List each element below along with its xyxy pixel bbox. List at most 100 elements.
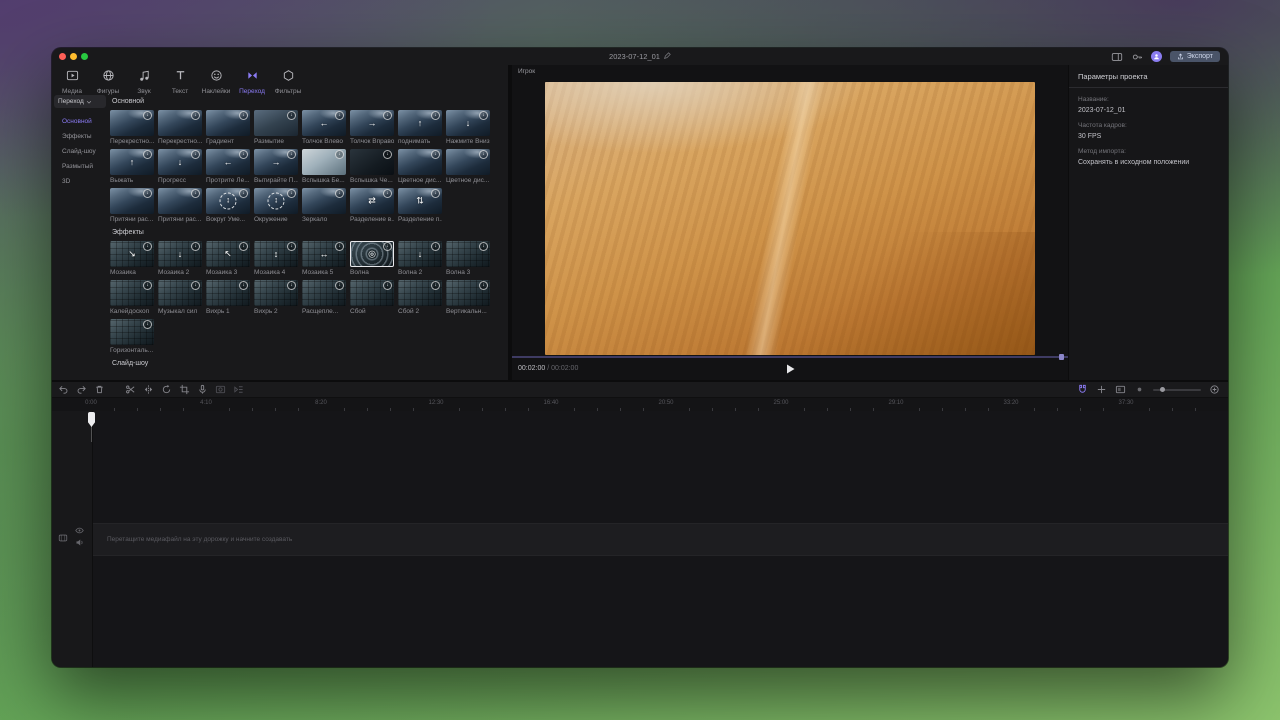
transition-item[interactable]: →↓Толчок Вправо <box>350 110 394 145</box>
current-time: 00:02:00 <box>518 365 545 372</box>
direction-arrow-icon: ↕ <box>268 193 285 210</box>
sidebar-item-Слайд-шоу[interactable]: Слайд-шоу <box>52 144 108 159</box>
effect-item[interactable]: ↓Расщепле... <box>302 280 346 315</box>
item-label: Расщепле... <box>302 308 346 315</box>
effect-item[interactable]: ↓↓Волна 2 <box>398 241 442 276</box>
user-avatar[interactable] <box>1151 51 1162 62</box>
transition-item[interactable]: ←↓Протрите Ле... <box>206 149 250 184</box>
player-panel: Игрок 00:02:00 / 00:02:00 <box>512 65 1068 380</box>
download-icon: ↓ <box>191 281 200 290</box>
download-icon: ↓ <box>143 111 152 120</box>
transition-item[interactable]: ↑↓Выжать <box>110 149 154 184</box>
edit-title-icon[interactable] <box>663 52 671 60</box>
item-label: Волна <box>350 269 394 276</box>
magnet-icon[interactable] <box>1077 384 1088 395</box>
sidebar-item-Основной[interactable]: Основной <box>52 114 108 129</box>
transition-item[interactable]: ↓Притяни рас... <box>110 188 154 223</box>
main-track[interactable]: Перетащите медиафайл на эту дорожку и на… <box>93 523 1228 556</box>
transition-item[interactable]: ↓Цветное дис... <box>446 149 490 184</box>
item-label: Вспышка Бе... <box>302 177 346 184</box>
effect-item[interactable]: ↓Вихрь 2 <box>254 280 298 315</box>
video-preview[interactable] <box>545 82 1035 355</box>
text-icon <box>174 69 187 87</box>
effect-item[interactable]: ↓Вихрь 1 <box>206 280 250 315</box>
transition-item[interactable]: ⇅↓Разделение п... <box>398 188 442 223</box>
playhead-line <box>91 426 92 442</box>
transition-item[interactable]: ↓Вспышка Че... <box>350 149 394 184</box>
download-icon: ↓ <box>335 242 344 251</box>
mask-icon[interactable] <box>215 384 226 395</box>
transition-item[interactable]: ↓Перекрестно... <box>110 110 154 145</box>
effect-item[interactable]: ↓Музыкал сил <box>158 280 202 315</box>
effect-item[interactable]: ↓Волна 3 <box>446 241 490 276</box>
effect-item[interactable]: ↔↓Мозаика 5 <box>302 241 346 276</box>
layout-panels-icon[interactable] <box>1111 51 1123 63</box>
sidebar-item-Эффекты[interactable]: Эффекты <box>52 129 108 144</box>
export-button[interactable]: Экспорт <box>1170 51 1220 62</box>
transition-item[interactable]: ↕↓Окружение <box>254 188 298 223</box>
download-icon: ↓ <box>143 320 152 329</box>
play-button[interactable] <box>784 363 796 375</box>
key-icon[interactable] <box>1131 51 1143 63</box>
mirror-icon[interactable] <box>143 384 154 395</box>
seek-bar[interactable] <box>512 356 1068 358</box>
transition-item[interactable]: ↓Притяни рас... <box>158 188 202 223</box>
effect-item[interactable]: ↓Сбой 2 <box>398 280 442 315</box>
ruler-label: 12:30 <box>428 400 443 406</box>
media-icon <box>66 69 79 87</box>
timeline-zoom-slider[interactable] <box>1153 389 1201 391</box>
transition-item[interactable]: ←↓Толчок Влево <box>302 110 346 145</box>
sidebar-item-3D[interactable]: 3D <box>52 174 108 189</box>
record-voice-icon[interactable] <box>197 384 208 395</box>
effect-item[interactable]: ↕↓Мозаика 4 <box>254 241 298 276</box>
effect-item[interactable]: ↓Сбой <box>350 280 394 315</box>
toggle-visibility-icon[interactable] <box>75 526 84 535</box>
effect-item[interactable]: ↓Вертикальн... <box>446 280 490 315</box>
zoom-in-icon[interactable] <box>1209 384 1220 395</box>
sidebar-header[interactable]: Переход <box>54 95 106 108</box>
effect-item[interactable]: ↓Горизонталь... <box>110 319 154 354</box>
transition-item[interactable]: ↓Цветное дис... <box>398 149 442 184</box>
zoom-slider-knob[interactable] <box>1160 387 1165 392</box>
auto-attach-icon[interactable] <box>1096 384 1107 395</box>
transition-item[interactable]: ↓Градиент <box>206 110 250 145</box>
split-icon[interactable] <box>125 384 136 395</box>
transition-item[interactable]: ↓Размытие <box>254 110 298 145</box>
effect-item[interactable]: ◎↓Волна <box>350 241 394 276</box>
extract-audio-icon[interactable] <box>233 384 244 395</box>
transition-item[interactable]: ↓↓Нажмите Вниз <box>446 110 490 145</box>
desktop-wallpaper: 2023-07-12_01 Экспорт МедиаФигурыЗвукТек… <box>0 0 1280 720</box>
category-sidebar: Переход ОсновнойЭффектыСлайд-шоуРазмытый… <box>52 92 108 380</box>
item-label: Прогресс <box>158 177 202 184</box>
effect-item[interactable]: ↓↓Мозаика 2 <box>158 241 202 276</box>
undo-icon[interactable] <box>58 384 69 395</box>
timeline-tracks: Перетащите медиафайл на эту дорожку и на… <box>52 411 1228 667</box>
timeline-ruler[interactable]: 0:004:108:2012:3016:4020:5025:0029:1033:… <box>52 398 1228 411</box>
transition-item[interactable]: ↓Вспышка Бе... <box>302 149 346 184</box>
transition-item[interactable]: ↓Зеркало <box>302 188 346 223</box>
item-label: поднимать <box>398 138 442 145</box>
transition-item[interactable]: ↓↓Прогресс <box>158 149 202 184</box>
download-icon: ↓ <box>479 242 488 251</box>
download-icon: ↓ <box>287 242 296 251</box>
effect-item[interactable]: ↘↓Мозаика <box>110 241 154 276</box>
download-icon: ↓ <box>239 242 248 251</box>
redo-icon[interactable] <box>76 384 87 395</box>
transition-item[interactable]: ↑↓поднимать <box>398 110 442 145</box>
transition-item[interactable]: ⇄↓Разделение в... <box>350 188 394 223</box>
library-section: Слайд-шоу <box>110 360 506 372</box>
crop-icon[interactable] <box>179 384 190 395</box>
sidebar-item-Размытый[interactable]: Размытый <box>52 159 108 174</box>
transition-item[interactable]: →↓Вытирайте П... <box>254 149 298 184</box>
delete-icon[interactable] <box>94 384 105 395</box>
item-label: Мозаика <box>110 269 154 276</box>
zoom-out-icon[interactable] <box>1134 384 1145 395</box>
transition-item[interactable]: ↕↓Вокруг Уме... <box>206 188 250 223</box>
preview-frame-icon[interactable] <box>1115 384 1126 395</box>
transition-item[interactable]: ↓Перекрестно... <box>158 110 202 145</box>
effect-item[interactable]: ↓Калейдоскоп <box>110 280 154 315</box>
mute-track-icon[interactable] <box>75 538 84 547</box>
rotate-icon[interactable] <box>161 384 172 395</box>
sidebar-items: ОсновнойЭффектыСлайд-шоуРазмытый3D <box>52 114 108 189</box>
effect-item[interactable]: ↖↓Мозаика 3 <box>206 241 250 276</box>
